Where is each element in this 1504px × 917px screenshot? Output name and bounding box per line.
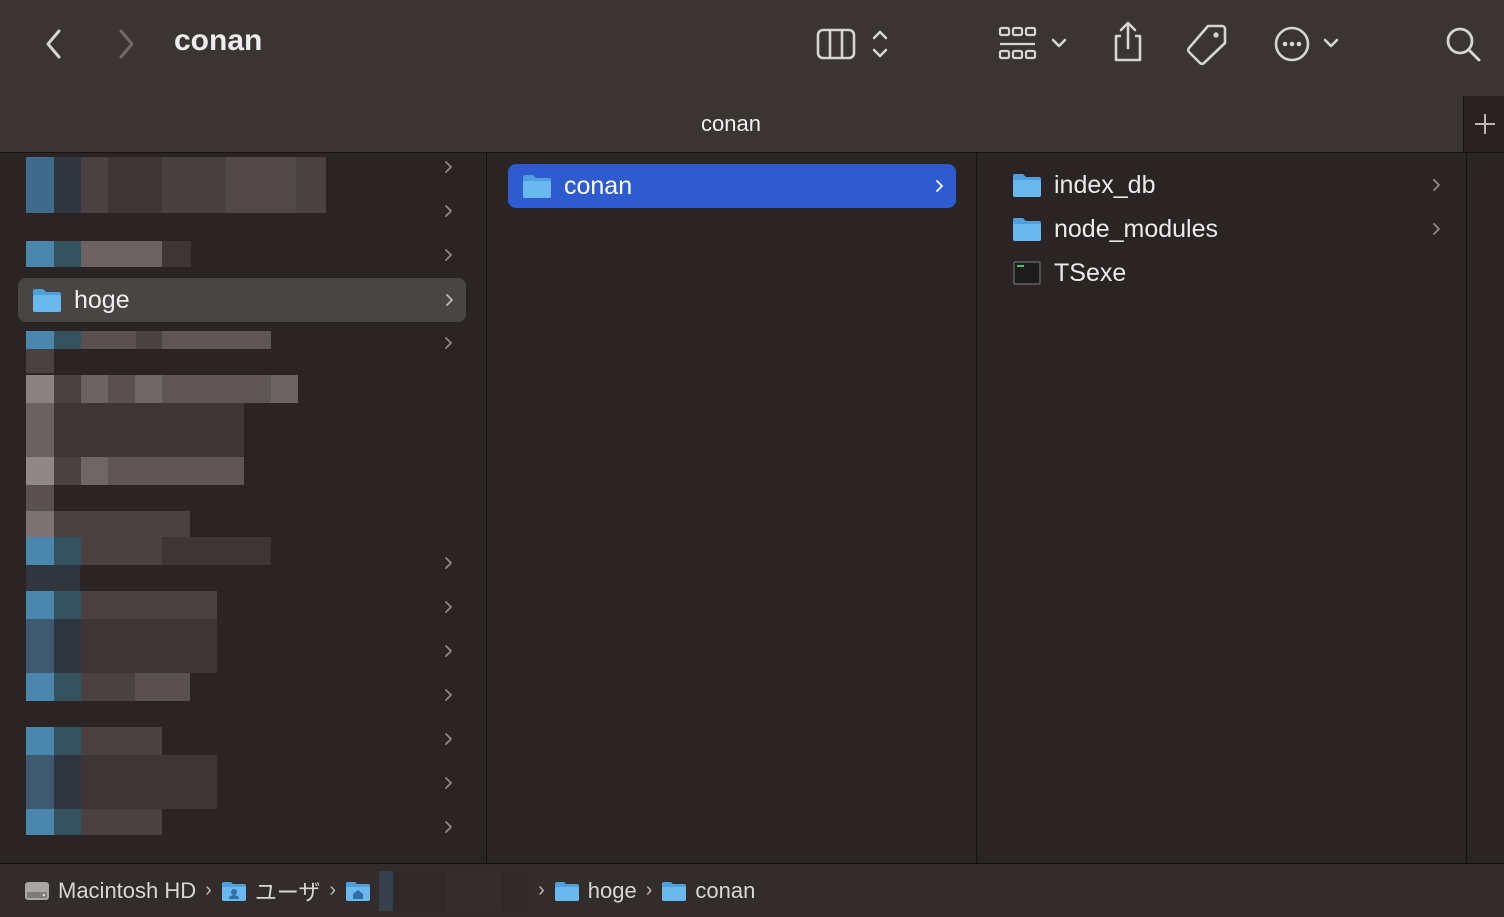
tab-conan[interactable]: conan [0,96,1462,152]
share-icon [1114,21,1142,62]
folder-label: node_modules [1054,214,1219,243]
obscured-row[interactable] [26,349,54,373]
folder-icon [1012,172,1042,198]
obscured-username [379,870,530,911]
path-separator-icon: › [538,879,545,901]
obscured-row[interactable] [26,591,217,619]
obscured-row[interactable] [26,565,80,591]
obscured-row[interactable] [26,157,326,213]
obscured-row[interactable] [26,457,244,485]
column-empty [1467,153,1504,863]
column-conan: index_db node_modules TSexe [977,153,1467,863]
path-item-conan[interactable]: conan [661,878,755,904]
obscured-row[interactable] [26,809,162,835]
folder-label: hoge [74,285,130,314]
chevron-right-icon [1431,163,1441,207]
folder-row-hoge[interactable]: hoge [18,278,466,322]
grid-group-icon [998,26,1067,60]
path-item-home[interactable] [345,870,530,911]
window-title: conan [174,24,263,57]
plus-icon [1474,114,1495,134]
path-bar: Macintosh HD › ユーザ › › hoge › conan [0,863,1504,917]
chevron-right-icon [934,164,944,208]
folder-icon [1012,216,1042,242]
column-hoge: conan [487,153,977,863]
search-button[interactable] [1442,22,1484,66]
folder-row-index-db[interactable]: index_db [998,163,1453,207]
folder-icon [522,173,552,199]
chevron-right-icon [440,153,460,863]
folder-icon [661,879,687,903]
obscured-row[interactable] [26,331,271,349]
ellipsis-circle-icon [1274,26,1339,62]
obscured-row[interactable] [26,755,217,809]
path-item-macintosh-hd[interactable]: Macintosh HD [24,878,196,904]
path-separator-icon: › [205,879,212,901]
search-icon [1446,27,1481,62]
view-mode-button[interactable] [812,22,898,66]
users-folder-icon [221,879,247,903]
path-separator-icon: › [329,879,337,901]
forward-button[interactable] [108,24,144,64]
folder-row-node-modules[interactable]: node_modules [998,207,1453,251]
chevron-left-icon [46,29,61,59]
obscured-row[interactable] [26,375,298,403]
folder-label: index_db [1054,170,1156,199]
obscured-row[interactable] [26,485,54,511]
file-row-tsexe[interactable]: TSexe [998,251,1453,295]
columns-view-icon [816,28,888,60]
path-item-hoge[interactable]: hoge [554,878,637,904]
new-tab-button[interactable] [1463,96,1504,152]
file-label: TSexe [1054,258,1127,287]
column-parent: hoge [0,153,487,863]
path-item-users[interactable]: ユーザ [221,875,320,907]
chevron-right-icon [119,29,134,59]
obscured-row[interactable] [26,511,190,537]
disk-icon [24,879,50,903]
chevron-right-icon [1431,207,1441,251]
home-folder-icon [345,879,371,903]
chevron-right-icon [444,278,454,322]
back-button[interactable] [36,24,72,64]
obscured-row[interactable] [26,619,217,673]
path-separator-icon: › [645,879,653,901]
tab-bar: conan [0,96,1504,153]
tag-icon [1186,24,1227,66]
tag-button[interactable] [1184,22,1230,66]
folder-icon [32,287,62,313]
share-button[interactable] [1108,18,1148,66]
folder-label: conan [564,171,633,200]
folder-icon [554,879,580,903]
folder-row-conan[interactable]: conan [508,164,956,208]
group-button[interactable] [996,22,1072,66]
toolbar: conan [0,0,1504,96]
obscured-row[interactable] [26,727,162,755]
terminal-executable-icon [1012,260,1042,286]
obscured-row[interactable] [26,673,190,701]
obscured-row[interactable] [26,537,271,565]
more-actions-button[interactable] [1270,22,1346,66]
obscured-row[interactable] [26,403,244,457]
obscured-row[interactable] [26,241,191,267]
